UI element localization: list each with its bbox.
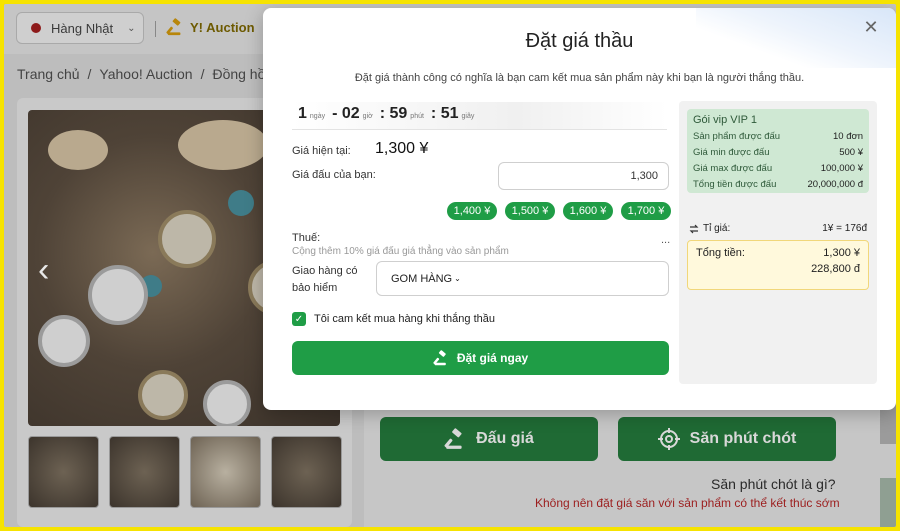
shipping-select-value: GOM HÀNG bbox=[391, 272, 453, 285]
breadcrumb-category[interactable]: Đồng hồ bbox=[212, 66, 265, 82]
your-bid-label: Giá đấu của bạn: bbox=[292, 169, 376, 181]
language-label: Hàng Nhật bbox=[51, 20, 114, 36]
quick-bid-chip[interactable]: 1,600 ¥ bbox=[563, 202, 613, 220]
bid-modal: ✕ Đặt giá thầu Đặt giá thành công có ngh… bbox=[263, 8, 896, 410]
submit-bid-button[interactable]: Đặt giá ngay bbox=[292, 341, 669, 375]
vip-row-label: Tổng tiền được đấu bbox=[693, 179, 777, 190]
breadcrumb-sep: / bbox=[200, 66, 205, 82]
timer-hours-unit: giờ bbox=[362, 113, 373, 120]
chevron-down-icon: ⌄ bbox=[127, 22, 136, 34]
snipe-help-link[interactable]: Săn phút chót là gì? bbox=[711, 476, 836, 492]
countdown-timer: 1 ngày - 02 giờ : 59 phút : 51 giây bbox=[292, 102, 667, 130]
vip-package-box: Gói vip VIP 1 Sản phẩm được đấu 10 đơn G… bbox=[687, 109, 869, 193]
thumbnail[interactable] bbox=[109, 436, 180, 508]
vip-row-value: 100,000 ¥ bbox=[820, 163, 863, 174]
total-vnd: 228,800 đ bbox=[811, 263, 860, 275]
app-frame: Hàng Nhật ⌄ Y! Auction Trang chủ / Yahoo… bbox=[4, 4, 896, 527]
timer-days: 1 bbox=[298, 105, 307, 122]
total-box: Tổng tiền: 1,300 ¥ 228,800 đ bbox=[687, 240, 869, 290]
thumbnail-strip bbox=[28, 436, 342, 508]
bid-amount-input[interactable] bbox=[498, 162, 669, 190]
breadcrumb: Trang chủ / Yahoo! Auction / Đồng hồ bbox=[17, 66, 265, 82]
vip-row-value: 20,000,000 đ bbox=[807, 179, 863, 190]
language-selector[interactable]: Hàng Nhật ⌄ bbox=[16, 12, 144, 44]
thumbnail[interactable] bbox=[190, 436, 261, 508]
vip-row: Giá min được đấu 500 ¥ bbox=[693, 145, 863, 161]
vip-title: Gói vip VIP 1 bbox=[693, 114, 757, 126]
vip-row-value: 500 ¥ bbox=[839, 147, 863, 158]
timer-days-unit: ngày bbox=[309, 113, 326, 120]
breadcrumb-yahoo[interactable]: Yahoo! Auction bbox=[99, 66, 192, 82]
timer-seconds-unit: giây bbox=[461, 113, 475, 120]
breadcrumb-home[interactable]: Trang chủ bbox=[17, 66, 80, 82]
bid-summary-panel: Gói vip VIP 1 Sản phẩm được đấu 10 đơn G… bbox=[679, 101, 877, 384]
timer-seconds: : 51 bbox=[430, 105, 459, 122]
exchange-rate-label-group: Tỉ giá: bbox=[689, 223, 730, 234]
timer-hours: - 02 bbox=[332, 105, 360, 122]
shipping-label: Giao hàng có bbox=[292, 265, 358, 277]
quick-bid-options: 1,400 ¥ 1,500 ¥ 1,600 ¥ 1,700 ¥ bbox=[447, 202, 671, 220]
current-price-label: Giá hiện tại: bbox=[292, 145, 351, 157]
exchange-icon bbox=[689, 224, 699, 233]
side-panel-edge bbox=[880, 478, 896, 527]
gallery-prev-arrow-icon[interactable]: ‹ bbox=[38, 250, 64, 290]
vip-row: Sản phẩm được đấu 10 đơn bbox=[693, 129, 863, 145]
bid-button-label: Đấu giá bbox=[476, 430, 534, 447]
total-yen: 1,300 ¥ bbox=[823, 247, 860, 259]
exchange-rate-row: Tỉ giá: 1¥ = 176đ bbox=[689, 223, 867, 234]
vip-row-value: 10 đơn bbox=[832, 131, 863, 142]
timer-minutes-unit: phút bbox=[410, 113, 424, 120]
vip-row: Tổng tiền được đấu 20,000,000 đ bbox=[693, 177, 863, 193]
modal-note: Đặt giá thành công có nghĩa là bạn cam k… bbox=[354, 72, 805, 84]
shipping-select[interactable]: GOM HÀNG ⌄ bbox=[376, 261, 669, 296]
quick-bid-chip[interactable]: 1,700 ¥ bbox=[621, 202, 671, 220]
timer-minutes: : 59 bbox=[379, 105, 408, 122]
snipe-warning: Không nên đặt giá săn với sản phẩm có th… bbox=[535, 496, 840, 510]
snipe-button[interactable]: Săn phút chót bbox=[618, 417, 836, 461]
quick-bid-chip[interactable]: 1,500 ¥ bbox=[505, 202, 555, 220]
thumbnail[interactable] bbox=[271, 436, 342, 508]
auction-hammer-icon bbox=[166, 18, 181, 36]
auction-hammer-icon bbox=[433, 350, 446, 366]
shipping-label-line2: bảo hiểm bbox=[292, 282, 338, 294]
vip-row: Giá max được đấu 100,000 ¥ bbox=[693, 161, 863, 177]
agree-label: Tôi cam kết mua hàng khi thắng thầu bbox=[314, 313, 495, 325]
breadcrumb-sep: / bbox=[87, 66, 92, 82]
quick-bid-chip[interactable]: 1,400 ¥ bbox=[447, 202, 497, 220]
total-label: Tổng tiền: bbox=[696, 247, 745, 259]
agree-row: ✓ Tôi cam kết mua hàng khi thắng thầu bbox=[292, 312, 495, 326]
auction-hammer-icon bbox=[444, 428, 462, 449]
divider bbox=[155, 21, 156, 37]
yahoo-auction-link[interactable]: Y! Auction bbox=[166, 18, 255, 36]
site-label: Y! Auction bbox=[190, 19, 255, 35]
tax-value: ... bbox=[661, 234, 671, 246]
submit-bid-label: Đặt giá ngay bbox=[456, 351, 529, 365]
tax-note: Cộng thêm 10% giá đấu giá thẳng vào sản … bbox=[292, 246, 509, 257]
crosshair-icon bbox=[657, 428, 680, 450]
vip-row-label: Giá min được đấu bbox=[693, 147, 770, 158]
thumbnail[interactable] bbox=[28, 436, 99, 508]
japan-flag-icon bbox=[31, 23, 41, 33]
tax-label: Thuế: bbox=[292, 232, 321, 244]
snipe-button-label: Săn phút chót bbox=[689, 430, 797, 447]
agree-checkbox[interactable]: ✓ bbox=[292, 312, 306, 326]
chevron-down-icon: ⌄ bbox=[454, 274, 461, 283]
current-price-value: 1,300 ¥ bbox=[375, 140, 429, 157]
vip-row-label: Sản phẩm được đấu bbox=[693, 131, 781, 142]
exchange-rate-label: Tỉ giá: bbox=[703, 223, 731, 234]
vip-row-label: Giá max được đấu bbox=[693, 163, 773, 174]
modal-title: Đặt giá thầu bbox=[525, 30, 634, 52]
bid-button[interactable]: Đấu giá bbox=[380, 417, 598, 461]
exchange-rate-value: 1¥ = 176đ bbox=[822, 223, 867, 234]
